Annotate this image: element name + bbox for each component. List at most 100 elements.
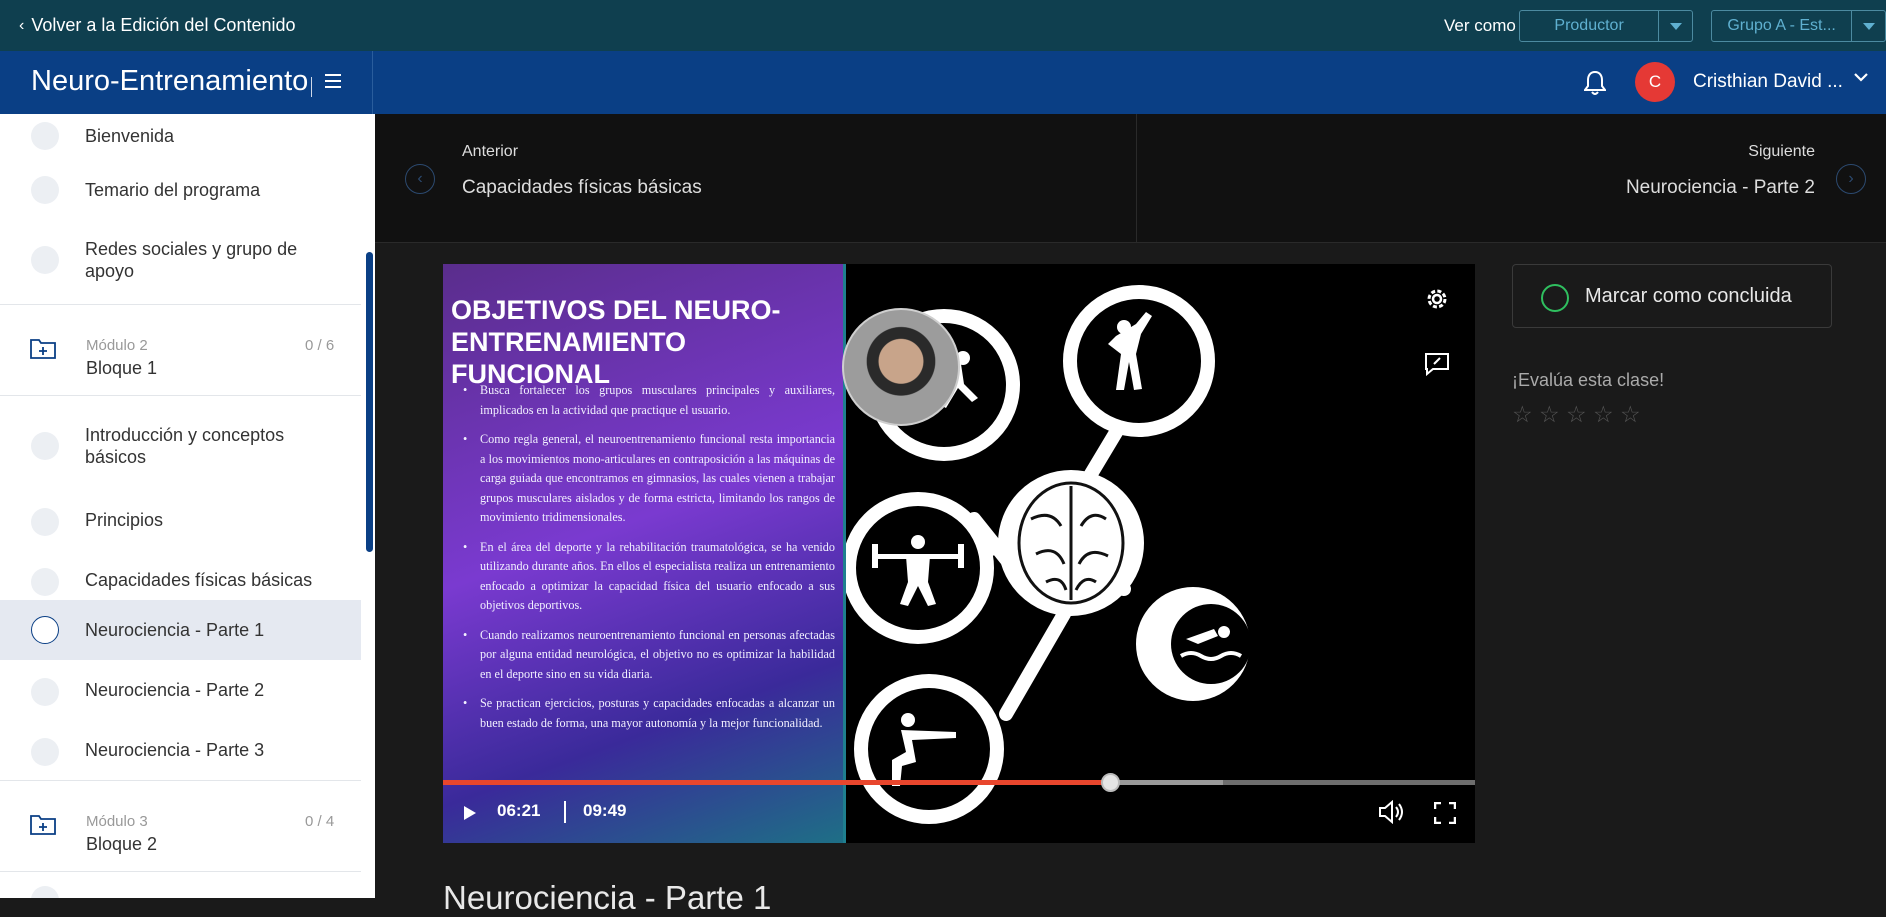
bell-icon[interactable]	[1584, 70, 1606, 96]
chevron-down-icon[interactable]	[1851, 11, 1885, 41]
volume-icon[interactable]	[1378, 800, 1406, 824]
sidebar-item-label: Temario del programa	[85, 180, 261, 200]
user-name[interactable]: Cristhian David ...	[1693, 71, 1843, 93]
group-select-value: Grupo A - Est...	[1727, 17, 1836, 34]
back-link-label: Volver a la Edición del Contenido	[31, 15, 296, 35]
status-circle-icon	[31, 246, 59, 274]
role-select[interactable]: Productor	[1519, 10, 1693, 42]
role-select-value: Productor	[1554, 17, 1624, 34]
star-icon[interactable]: ☆	[1593, 401, 1620, 428]
slide-bullet: En el área del deporte y la rehabilitaci…	[463, 538, 835, 616]
sidebar-item-redes-sociales[interactable]: Redes sociales y grupo de apoyo	[0, 218, 361, 298]
module-2-header[interactable]: Módulo 2 Bloque 1 0 / 6	[0, 304, 361, 396]
status-circle-icon	[31, 568, 59, 596]
divider	[372, 51, 373, 114]
status-circle-icon	[31, 122, 59, 150]
sidebar-item-label: Redes sociales y grupo de apoyo	[85, 239, 298, 281]
status-circle-icon	[31, 432, 59, 460]
sidebar-item-label: Capacidades físicas básicas	[85, 570, 313, 590]
admin-topbar: ‹ Volver a la Edición del Contenido Ver …	[0, 0, 1886, 51]
previous-label: Anterior	[462, 143, 519, 160]
star-icon[interactable]: ☆	[1566, 401, 1593, 428]
module-progress-count: 0 / 6	[305, 337, 335, 354]
slide-title: OBJETIVOS DEL NEURO-ENTRENAMIENTO FUNCIO…	[451, 295, 781, 389]
mark-complete-label: Marcar como concluida	[1585, 285, 1792, 307]
status-circle-icon	[31, 678, 59, 706]
sidebar-item-label: Neurociencia - Parte 2	[85, 680, 265, 700]
module-label: Módulo 2	[86, 337, 148, 354]
module-3-header[interactable]: Módulo 3 Bloque 2 0 / 4	[0, 780, 361, 872]
chevron-down-icon[interactable]	[1853, 71, 1869, 83]
star-icon[interactable]: ☆	[1620, 401, 1647, 428]
course-title: Neuro-Entrenamiento	[31, 65, 309, 97]
chevron-left-icon[interactable]: ‹	[405, 164, 435, 194]
module-label: Módulo 3	[86, 813, 148, 830]
fullscreen-icon[interactable]	[1434, 802, 1456, 824]
lesson-sidebar: Bienvenida Temario del programa Redes so…	[0, 114, 375, 898]
group-select[interactable]: Grupo A - Est...	[1711, 10, 1886, 42]
rating-stars[interactable]: ☆ ☆ ☆ ☆ ☆	[1512, 401, 1647, 428]
sidebar-item-principios[interactable]: Principios	[0, 490, 361, 550]
chevron-left-icon: ‹	[19, 16, 25, 34]
sidebar-item-neurociencia-3[interactable]: Neurociencia - Parte 3	[0, 720, 361, 780]
avatar[interactable]: C	[1635, 62, 1675, 102]
previous-lesson-link[interactable]: ‹ Anterior Capacidades físicas básicas	[375, 114, 1137, 243]
status-circle-icon	[31, 508, 59, 536]
divider	[311, 77, 312, 97]
module-title: Bloque 1	[86, 358, 158, 378]
sidebar-item-neurociencia-2[interactable]: Neurociencia - Parte 2	[0, 660, 361, 720]
check-circle-icon	[1541, 284, 1569, 312]
status-circle-icon	[31, 616, 59, 644]
star-icon[interactable]: ☆	[1512, 401, 1539, 428]
view-as-label: Ver como	[1444, 16, 1516, 35]
sidebar-item-label: Neurociencia - Parte 3	[85, 740, 265, 760]
sidebar-item-label: Principios	[85, 510, 164, 530]
course-header: Neuro-Entrenamiento C Cristhian David ..…	[0, 51, 1886, 114]
video-player[interactable]: OBJETIVOS DEL NEURO-ENTRENAMIENTO FUNCIO…	[443, 264, 1475, 843]
presenter-webcam	[842, 308, 960, 426]
sidebar-item-next[interactable]	[0, 872, 361, 898]
sidebar-item-neurociencia-1[interactable]: Neurociencia - Parte 1	[0, 600, 361, 660]
previous-title: Capacidades físicas básicas	[462, 177, 702, 198]
sidebar-item-temario[interactable]: Temario del programa	[0, 158, 361, 218]
sidebar-item-label: Bienvenida	[85, 126, 175, 146]
folder-add-icon	[30, 815, 56, 835]
slide-bullet: Cuando realizamos neuroentrenamiento fun…	[463, 626, 835, 685]
slide-bullet: Como regla general, el neuroentrenamient…	[463, 430, 835, 528]
star-icon[interactable]: ☆	[1539, 401, 1566, 428]
menu-icon[interactable]	[325, 74, 341, 92]
chevron-down-icon[interactable]	[1658, 11, 1692, 41]
rating-label: ¡Evalúa esta clase!	[1512, 370, 1665, 390]
status-circle-icon	[31, 176, 59, 204]
slide-panel: OBJETIVOS DEL NEURO-ENTRENAMIENTO FUNCIO…	[443, 264, 843, 843]
play-icon[interactable]	[463, 805, 477, 821]
sidebar-item-introduccion[interactable]: Introducción y conceptos básicos	[0, 404, 361, 490]
next-title: Neurociencia - Parte 2	[1625, 177, 1815, 198]
divider	[564, 801, 566, 823]
folder-add-icon	[30, 339, 56, 359]
status-circle-icon	[31, 886, 59, 898]
lesson-navigation: ‹ Anterior Capacidades físicas básicas S…	[375, 114, 1886, 243]
chevron-right-icon[interactable]: ›	[1836, 164, 1866, 194]
sidebar-item-bienvenida[interactable]: Bienvenida	[0, 114, 361, 158]
module-title: Bloque 2	[86, 834, 158, 854]
brain-icon	[1017, 481, 1125, 605]
lesson-main: ‹ Anterior Capacidades físicas básicas S…	[375, 114, 1886, 916]
module-progress-count: 0 / 4	[305, 813, 335, 830]
duration: 09:49	[583, 801, 627, 820]
sidebar-item-label: Introducción y conceptos básicos	[85, 425, 285, 467]
sidebar-item-label: Neurociencia - Parte 1	[85, 620, 265, 640]
comment-icon[interactable]	[1424, 352, 1450, 376]
gear-icon[interactable]	[1424, 286, 1450, 312]
next-label: Siguiente	[1748, 143, 1815, 160]
slide-bullets: Busca fortalecer los grupos musculares p…	[463, 381, 835, 743]
back-to-edit-link[interactable]: ‹ Volver a la Edición del Contenido	[19, 15, 296, 36]
status-circle-icon	[31, 738, 59, 766]
current-time: 06:21	[497, 801, 541, 820]
progress-bar[interactable]	[443, 780, 1111, 785]
mark-complete-button[interactable]: Marcar como concluida	[1512, 264, 1832, 328]
slide-bullet: Busca fortalecer los grupos musculares p…	[463, 381, 835, 420]
sidebar-scrollbar[interactable]	[366, 252, 373, 552]
progress-handle[interactable]	[1100, 773, 1120, 792]
lesson-title: Neurociencia - Parte 1	[443, 879, 772, 916]
